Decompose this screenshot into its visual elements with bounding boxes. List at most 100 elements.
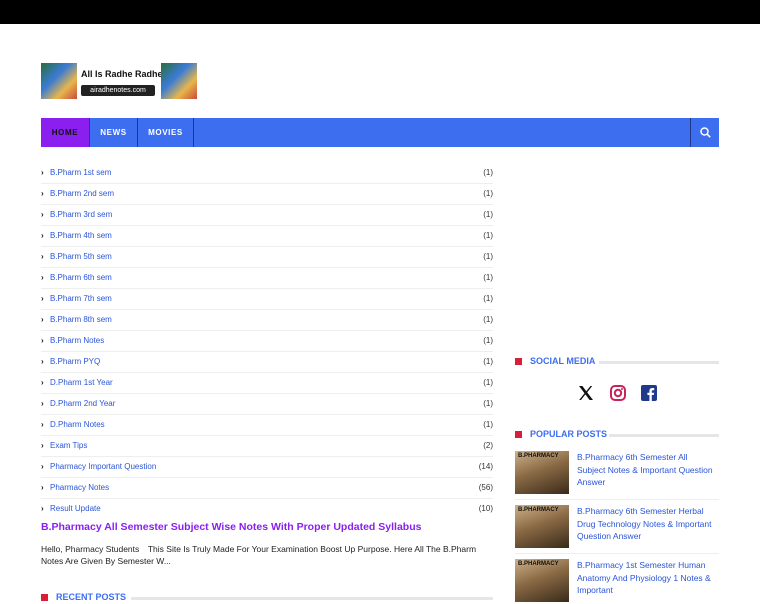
nav-tab-movies[interactable]: MOVIES	[138, 118, 194, 147]
recent-posts-heading-text: RECENT POSTS	[56, 592, 127, 602]
thumbnail-label: B.PHARMACY	[518, 453, 559, 459]
label-count: (1)	[483, 336, 493, 345]
section-divider	[599, 361, 719, 364]
nav-tab-news[interactable]: NEWS	[90, 118, 138, 147]
label-item[interactable]: › B.Pharm Notes (1)	[41, 331, 493, 352]
label-item[interactable]: › B.Pharm 5th sem (1)	[41, 247, 493, 268]
chevron-right-icon: ›	[41, 210, 44, 219]
popular-posts-heading: POPULAR POSTS	[515, 429, 719, 441]
popular-post-title[interactable]: B.Pharmacy 1st Semester Human Anatomy An…	[577, 559, 717, 597]
chevron-right-icon: ›	[41, 357, 44, 366]
instagram-icon[interactable]	[610, 385, 626, 401]
main-nav: HOME NEWS MOVIES	[41, 118, 719, 147]
section-divider	[609, 434, 719, 437]
label-item[interactable]: › B.Pharm 2nd sem (1)	[41, 184, 493, 205]
label-item[interactable]: › D.Pharm Notes (1)	[41, 415, 493, 436]
label-item[interactable]: › D.Pharm 1st Year (1)	[41, 373, 493, 394]
chevron-right-icon: ›	[41, 315, 44, 324]
thumbnail-label: B.PHARMACY	[518, 561, 559, 567]
labels-list: › B.Pharm 1st sem (1) › B.Pharm 2nd sem (1) …	[41, 163, 493, 519]
post-thumbnail[interactable]: B.PHARMACY	[515, 559, 569, 602]
label-item[interactable]: › B.Pharm PYQ (1)	[41, 352, 493, 373]
chevron-right-icon: ›	[41, 483, 44, 492]
label-item[interactable]: › B.Pharm 3rd sem (1)	[41, 205, 493, 226]
logo-image-right	[161, 63, 197, 99]
chevron-right-icon: ›	[41, 252, 44, 261]
label-item[interactable]: › Pharmacy Notes (56)	[41, 478, 493, 499]
label-count: (56)	[478, 483, 493, 492]
label-name[interactable]: B.Pharm 1st sem	[50, 168, 111, 177]
label-name[interactable]: Pharmacy Notes	[50, 483, 109, 492]
label-name[interactable]: Result Update	[50, 504, 101, 513]
label-count: (2)	[483, 441, 493, 450]
featured-post-title[interactable]: B.Pharmacy All Semester Subject Wise Not…	[41, 521, 421, 533]
label-name[interactable]: B.Pharm 2nd sem	[50, 189, 114, 198]
chevron-right-icon: ›	[41, 399, 44, 408]
label-name[interactable]: D.Pharm 1st Year	[50, 378, 113, 387]
label-count: (1)	[483, 294, 493, 303]
divider	[515, 553, 719, 554]
popular-posts-heading-text: POPULAR POSTS	[530, 429, 608, 439]
label-name[interactable]: B.Pharm PYQ	[50, 357, 100, 366]
label-item[interactable]: › B.Pharm 6th sem (1)	[41, 268, 493, 289]
label-name[interactable]: B.Pharm 6th sem	[50, 273, 112, 282]
label-name[interactable]: Exam Tips	[50, 441, 87, 450]
social-media-heading-text: SOCIAL MEDIA	[530, 356, 596, 366]
thumbnail-label: B.PHARMACY	[518, 507, 559, 513]
label-count: (14)	[478, 462, 493, 471]
label-item[interactable]: › Exam Tips (2)	[41, 436, 493, 457]
section-marker	[515, 431, 522, 438]
label-count: (1)	[483, 231, 493, 240]
label-name[interactable]: Pharmacy Important Question	[50, 462, 156, 471]
label-count: (1)	[483, 399, 493, 408]
chevron-right-icon: ›	[41, 189, 44, 198]
label-count: (1)	[483, 273, 493, 282]
x-icon[interactable]	[578, 385, 594, 401]
post-thumbnail[interactable]: B.PHARMACY	[515, 505, 569, 548]
label-item[interactable]: › D.Pharm 2nd Year (1)	[41, 394, 493, 415]
post-thumbnail[interactable]: B.PHARMACY	[515, 451, 569, 494]
chevron-right-icon: ›	[41, 420, 44, 429]
recent-posts-heading: RECENT POSTS	[41, 592, 493, 604]
label-count: (1)	[483, 420, 493, 429]
label-name[interactable]: B.Pharm 8th sem	[50, 315, 112, 324]
facebook-icon[interactable]	[641, 385, 657, 401]
label-item[interactable]: › Result Update (10)	[41, 499, 493, 519]
chevron-right-icon: ›	[41, 294, 44, 303]
label-name[interactable]: B.Pharm 5th sem	[50, 252, 112, 261]
social-media-heading: SOCIAL MEDIA	[515, 356, 719, 368]
label-count: (1)	[483, 168, 493, 177]
section-marker	[515, 358, 522, 365]
label-name[interactable]: B.Pharm 7th sem	[50, 294, 112, 303]
label-name[interactable]: D.Pharm Notes	[50, 420, 105, 429]
nav-tab-home[interactable]: HOME	[41, 118, 90, 147]
popular-post-item[interactable]: B.PHARMACY B.Pharmacy 6th Semester All S…	[515, 451, 719, 495]
label-item[interactable]: › B.Pharm 8th sem (1)	[41, 310, 493, 331]
chevron-right-icon: ›	[41, 273, 44, 282]
logo-image-left	[41, 63, 77, 99]
label-count: (10)	[478, 504, 493, 513]
site-logo[interactable]: All Is Radhe Radhe airadhenotes.com	[41, 63, 197, 99]
label-name[interactable]: B.Pharm 3rd sem	[50, 210, 112, 219]
label-item[interactable]: › B.Pharm 1st sem (1)	[41, 163, 493, 184]
label-item[interactable]: › Pharmacy Important Question (14)	[41, 457, 493, 478]
chevron-right-icon: ›	[41, 504, 44, 513]
label-count: (1)	[483, 378, 493, 387]
label-count: (1)	[483, 315, 493, 324]
top-bar	[0, 0, 760, 24]
label-name[interactable]: B.Pharm 4th sem	[50, 231, 112, 240]
popular-post-item[interactable]: B.PHARMACY B.Pharmacy 6th Semester Herba…	[515, 505, 719, 549]
popular-post-title[interactable]: B.Pharmacy 6th Semester Herbal Drug Tech…	[577, 505, 717, 543]
label-count: (1)	[483, 357, 493, 366]
chevron-right-icon: ›	[41, 378, 44, 387]
chevron-right-icon: ›	[41, 336, 44, 345]
label-item[interactable]: › B.Pharm 7th sem (1)	[41, 289, 493, 310]
label-name[interactable]: D.Pharm 2nd Year	[50, 399, 115, 408]
label-item[interactable]: › B.Pharm 4th sem (1)	[41, 226, 493, 247]
search-icon	[700, 127, 711, 138]
search-button[interactable]	[690, 118, 719, 147]
popular-post-item[interactable]: B.PHARMACY B.Pharmacy 1st Semester Human…	[515, 559, 719, 603]
chevron-right-icon: ›	[41, 441, 44, 450]
label-name[interactable]: B.Pharm Notes	[50, 336, 104, 345]
popular-post-title[interactable]: B.Pharmacy 6th Semester All Subject Note…	[577, 451, 717, 489]
